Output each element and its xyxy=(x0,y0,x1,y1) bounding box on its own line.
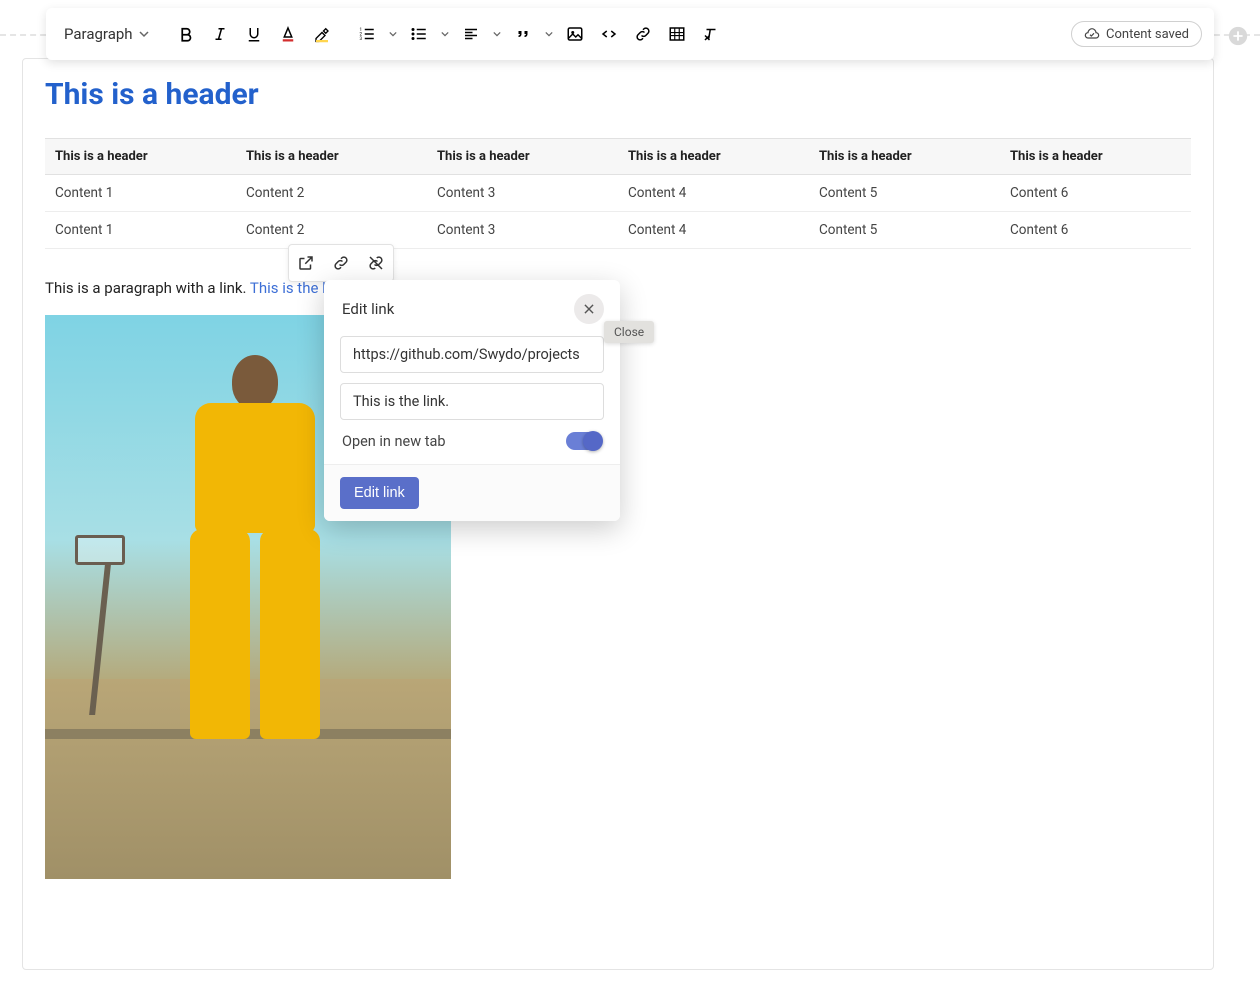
table-cell[interactable]: Content 5 xyxy=(809,175,1000,212)
link-context-toolbar xyxy=(288,244,394,282)
content-table[interactable]: This is a header This is a header This i… xyxy=(45,138,1191,249)
new-tab-label: Open in new tab xyxy=(342,433,446,450)
table-cell[interactable]: Content 1 xyxy=(45,175,236,212)
new-tab-toggle[interactable] xyxy=(566,432,602,450)
table-cell[interactable]: Content 5 xyxy=(809,212,1000,249)
content-saved-indicator: Content saved xyxy=(1071,21,1202,47)
link-text-input[interactable] xyxy=(340,383,604,420)
text-color-button[interactable] xyxy=(274,18,302,50)
unlink-button[interactable] xyxy=(361,248,391,278)
bold-button[interactable] xyxy=(172,18,200,50)
code-button[interactable] xyxy=(595,18,623,50)
table-row[interactable]: Content 1 Content 2 Content 3 Content 4 … xyxy=(45,212,1191,249)
table-header[interactable]: This is a header xyxy=(1000,139,1191,175)
modal-title: Edit link xyxy=(342,300,394,318)
clear-format-button[interactable] xyxy=(697,18,725,50)
edit-link-modal: Edit link Open in new tab Edit link xyxy=(324,280,620,521)
table-cell[interactable]: Content 2 xyxy=(236,175,427,212)
table-cell[interactable]: Content 4 xyxy=(618,175,809,212)
open-link-button[interactable] xyxy=(291,248,321,278)
table-header[interactable]: This is a header xyxy=(45,139,236,175)
underline-button[interactable] xyxy=(240,18,268,50)
table-header[interactable]: This is a header xyxy=(427,139,618,175)
close-icon xyxy=(582,302,596,316)
add-block-button[interactable] xyxy=(1226,24,1250,48)
table-button[interactable] xyxy=(663,18,691,50)
content-saved-label: Content saved xyxy=(1106,27,1189,42)
link-button[interactable] xyxy=(629,18,657,50)
table-header[interactable]: This is a header xyxy=(809,139,1000,175)
paragraph-text: This is a paragraph with a link. xyxy=(45,279,250,297)
quote-button[interactable] xyxy=(509,18,537,50)
table-header[interactable]: This is a header xyxy=(618,139,809,175)
block-type-label: Paragraph xyxy=(64,25,133,43)
edit-link-button[interactable] xyxy=(326,248,356,278)
table-cell[interactable]: Content 1 xyxy=(45,212,236,249)
link-url-input[interactable] xyxy=(340,336,604,373)
chevron-down-icon xyxy=(139,29,149,39)
quote-options[interactable] xyxy=(543,18,555,50)
image-button[interactable] xyxy=(561,18,589,50)
cloud-check-icon xyxy=(1084,26,1100,42)
table-cell[interactable]: Content 4 xyxy=(618,212,809,249)
table-row[interactable]: Content 1 Content 2 Content 3 Content 4 … xyxy=(45,175,1191,212)
unordered-list-options[interactable] xyxy=(439,18,451,50)
table-cell[interactable]: Content 3 xyxy=(427,212,618,249)
close-tooltip: Close xyxy=(604,321,654,343)
page-title[interactable]: This is a header xyxy=(45,77,1191,112)
ordered-list-options[interactable] xyxy=(387,18,399,50)
editor-toolbar: Paragraph 123 Content saved xyxy=(46,8,1214,60)
block-type-dropdown[interactable]: Paragraph xyxy=(58,18,155,50)
align-options[interactable] xyxy=(491,18,503,50)
table-cell[interactable]: Content 3 xyxy=(427,175,618,212)
ordered-list-button[interactable]: 123 xyxy=(353,18,381,50)
svg-text:3: 3 xyxy=(359,36,362,42)
italic-button[interactable] xyxy=(206,18,234,50)
table-header[interactable]: This is a header xyxy=(236,139,427,175)
unordered-list-button[interactable] xyxy=(405,18,433,50)
edit-link-submit-button[interactable]: Edit link xyxy=(340,477,419,509)
table-cell[interactable]: Content 6 xyxy=(1000,212,1191,249)
align-button[interactable] xyxy=(457,18,485,50)
highlight-button[interactable] xyxy=(308,18,336,50)
table-cell[interactable]: Content 2 xyxy=(236,212,427,249)
table-cell[interactable]: Content 6 xyxy=(1000,175,1191,212)
modal-close-button[interactable] xyxy=(574,294,604,324)
